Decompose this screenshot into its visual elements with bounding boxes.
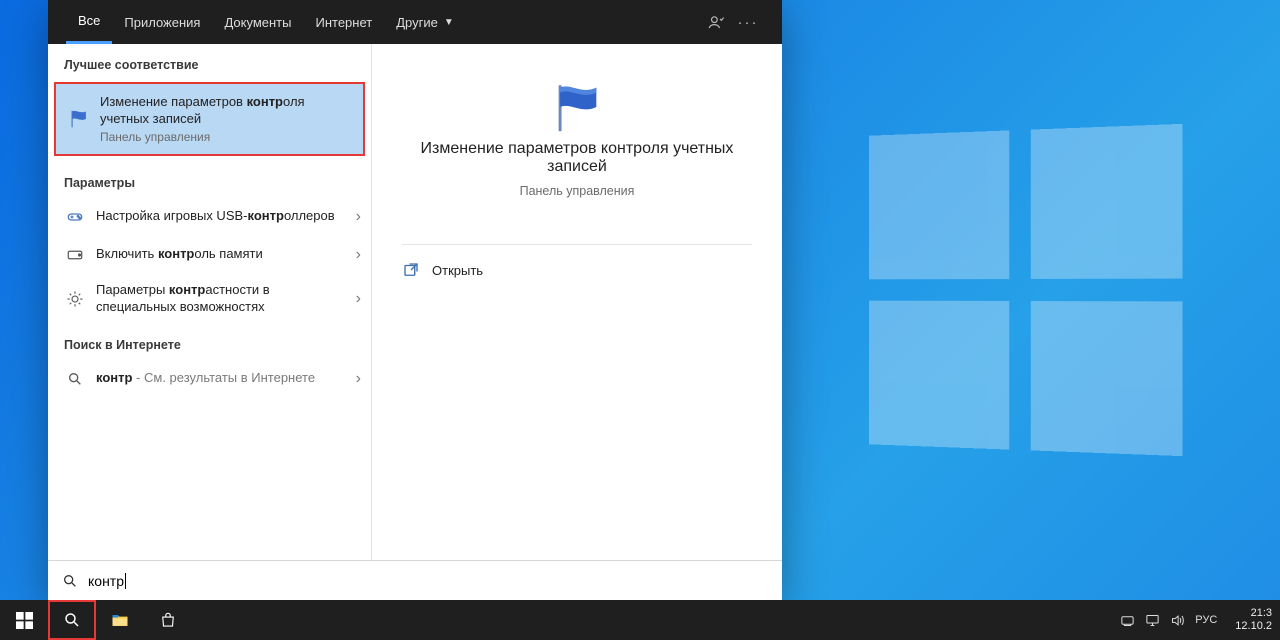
clock-time: 21:3 [1235,607,1272,620]
more-options-icon[interactable]: ··· [732,14,764,31]
taskbar-store[interactable] [144,600,192,640]
result-settings-2[interactable]: Параметры контрастности в специальных во… [48,274,371,324]
tab-documents[interactable]: Документы [212,0,303,44]
taskbar: РУС 21:3 12.10.2 [0,600,1280,640]
system-tray[interactable]: РУС [1112,613,1225,628]
search-flyout: Все Приложения Документы Интернет Другие… [48,0,782,600]
tab-more[interactable]: Другие ▼ [384,0,466,44]
result-title: Изменение параметров контроля учетных за… [100,94,351,128]
results-list: Лучшее соответствие Изменение параметров… [48,44,372,560]
tab-web[interactable]: Интернет [303,0,384,44]
result-subtitle: Панель управления [100,130,351,144]
taskbar-clock[interactable]: 21:3 12.10.2 [1225,607,1278,633]
section-best-match: Лучшее соответствие [48,44,371,80]
open-icon [402,261,420,279]
result-settings-1[interactable]: Включить контроль памяти › [48,236,371,274]
tab-all[interactable]: Все [66,0,112,44]
chevron-right-icon: › [356,208,361,226]
search-input-bar[interactable]: контр [48,560,782,600]
action-open[interactable]: Открыть [402,253,752,287]
search-input[interactable]: контр [88,573,768,589]
chevron-right-icon: › [356,290,361,308]
tray-input-icon[interactable] [1120,613,1135,628]
feedback-icon[interactable] [700,14,732,31]
tray-network-icon[interactable] [1145,613,1160,628]
search-tabbar: Все Приложения Документы Интернет Другие… [48,0,782,44]
chevron-right-icon: › [356,246,361,264]
result-settings-0[interactable]: Настройка игровых USB-контроллеров › [48,198,371,236]
result-title: Настройка игровых USB-контроллеров [96,208,335,225]
tab-more-label: Другие [396,15,438,30]
gamepad-icon [64,206,86,228]
result-title: Включить контроль памяти [96,246,263,263]
tray-volume-icon[interactable] [1170,613,1185,628]
shield-flag-icon [68,108,90,130]
section-web-search: Поиск в Интернете [48,324,371,360]
brightness-icon [64,288,86,310]
result-title: контр - См. результаты в Интернете [96,370,315,387]
storage-icon [64,244,86,266]
result-web-search[interactable]: контр - См. результаты в Интернете › [48,360,371,398]
taskbar-search-button[interactable] [48,600,96,640]
tab-apps[interactable]: Приложения [112,0,212,44]
chevron-right-icon: › [356,370,361,388]
start-button[interactable] [0,600,48,640]
uac-flag-icon [548,78,606,136]
windows-logo-wallpaper [869,124,1182,456]
detail-pane: Изменение параметров контроля учетных за… [372,44,782,560]
action-open-label: Открыть [432,263,483,278]
detail-title: Изменение параметров контроля учетных за… [402,140,752,176]
section-settings: Параметры [48,162,371,198]
result-best-match[interactable]: Изменение параметров контроля учетных за… [54,82,365,156]
search-icon [64,368,86,390]
taskbar-file-explorer[interactable] [96,600,144,640]
detail-subtitle: Панель управления [520,184,635,198]
desktop: Все Приложения Документы Интернет Другие… [0,0,1280,640]
search-icon [62,573,78,589]
result-title: Параметры контрастности в специальных во… [96,282,326,316]
clock-date: 12.10.2 [1235,620,1272,633]
chevron-down-icon: ▼ [444,17,454,28]
tray-language[interactable]: РУС [1195,614,1217,626]
